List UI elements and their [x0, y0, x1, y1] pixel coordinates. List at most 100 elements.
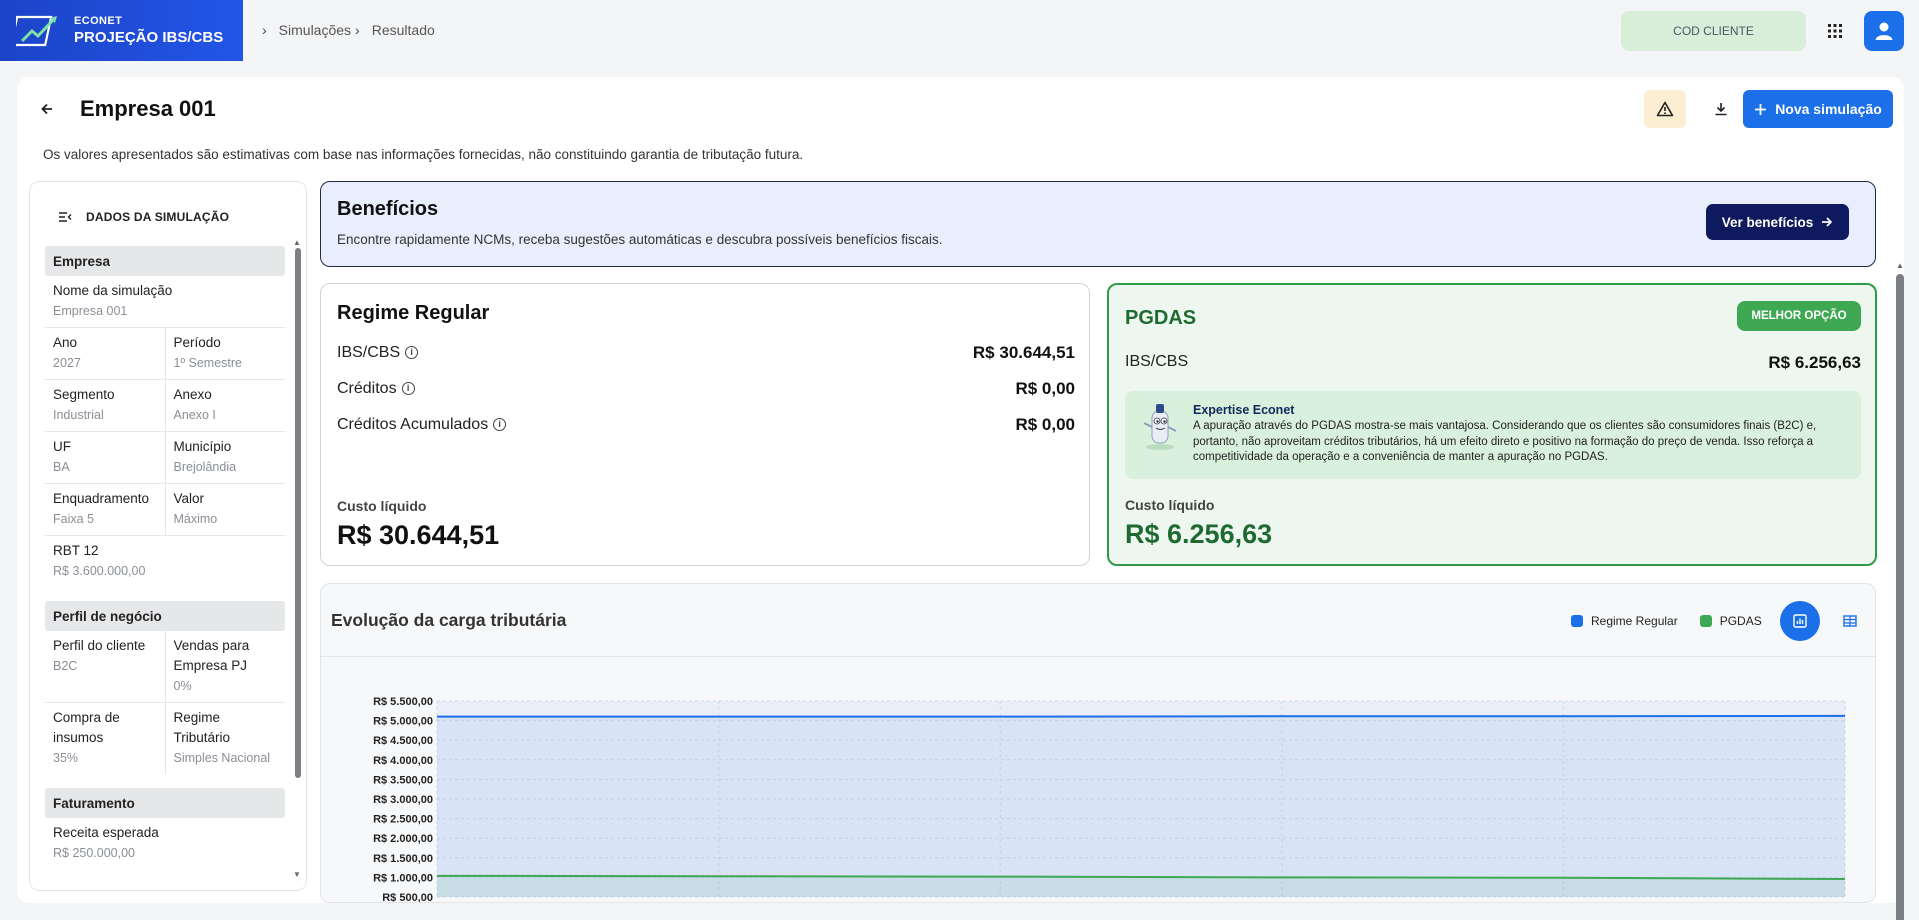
user-icon: [1875, 22, 1893, 40]
legend-swatch: [1699, 615, 1712, 627]
field-municipio: Município Brejolândia: [164, 432, 286, 483]
view-benefits-label: Ver benefícios: [1721, 214, 1814, 230]
view-benefits-button[interactable]: Ver benefícios: [1706, 204, 1849, 240]
brand-logo[interactable]: ECONET PROJEÇÃO IBS/CBS: [0, 0, 243, 61]
sidebar-scrollbar[interactable]: [295, 248, 301, 778]
pgdas-title: PGDAS: [1125, 307, 1197, 329]
field-row: Segmento Industrial Anexo Anexo I: [45, 380, 285, 432]
series-line-regime-regular: [437, 714, 1846, 718]
field-label: RBT 12: [53, 543, 99, 558]
legend-item-regime-regular[interactable]: Regime Regular: [1571, 614, 1678, 628]
row-creditos: Créditos i R$ 0,00: [337, 379, 1075, 399]
brand-name: ECONET: [74, 15, 123, 27]
section-faturamento: Faturamento: [45, 788, 285, 818]
breadcrumb-simulacoes[interactable]: Simulações: [279, 22, 351, 38]
field-value: Industrial: [53, 408, 104, 422]
field-label: UF: [53, 439, 71, 454]
field-compra-insumos: Compra de insumos 35%: [45, 703, 165, 774]
collapse-menu-icon[interactable]: [58, 210, 72, 224]
pgdas-card: PGDAS MELHOR OPÇÃO IBS/CBS R$ 6.256,63 E…: [1107, 283, 1877, 566]
field-vendas-pj: Vendas para Empresa PJ 0%: [164, 631, 286, 702]
top-bar: ECONET PROJEÇÃO IBS/CBS › Simulações › R…: [0, 0, 1919, 61]
field-label: Nome da simulação: [53, 283, 173, 298]
field-anexo: Anexo Anexo I: [164, 380, 286, 431]
field-value: Faixa 5: [53, 512, 94, 526]
field-enquadramento: Enquadramento Faixa 5: [45, 484, 165, 535]
row-label: Créditos Acumulados: [337, 416, 489, 433]
field-label: Segmento: [53, 387, 115, 402]
field-nome-simulacao: Nome da simulação Empresa 001: [45, 276, 285, 328]
field-segmento: Segmento Industrial: [45, 380, 165, 431]
arrow-right-icon: [1822, 217, 1833, 227]
row-value: R$ 0,00: [1015, 415, 1075, 434]
scroll-up-arrow-icon[interactable]: ▲: [1896, 261, 1904, 270]
field-periodo: Período 1º Semestre: [164, 328, 286, 379]
warning-button[interactable]: [1644, 90, 1686, 128]
benefits-banner: Benefícios Encontre rapidamente NCMs, re…: [320, 181, 1876, 267]
row-ibs-cbs: IBS/CBS i R$ 30.644,51: [337, 343, 1075, 363]
benefits-title: Benefícios: [337, 198, 439, 220]
best-option-badge: MELHOR OPÇÃO: [1737, 301, 1861, 331]
row-value: R$ 0,00: [1015, 379, 1075, 398]
download-button[interactable]: [1702, 90, 1740, 128]
field-perfil-cliente: Perfil do cliente B2C: [45, 631, 165, 702]
section-perfil-negocio: Perfil de negócio: [45, 601, 285, 631]
regime-regular-title: Regime Regular: [337, 302, 490, 324]
scroll-up-arrow-icon[interactable]: ▲: [293, 238, 301, 247]
page-title: Empresa 001: [80, 96, 216, 121]
info-icon[interactable]: i: [405, 346, 419, 360]
row-value: R$ 30.644,51: [972, 343, 1075, 362]
legend-label: PGDAS: [1719, 614, 1762, 628]
legend-item-pgdas[interactable]: PGDAS: [1699, 614, 1762, 628]
new-simulation-button[interactable]: Nova simulação: [1743, 90, 1893, 128]
table-view-button[interactable]: [1834, 605, 1866, 637]
y-tick-label: R$ 2.000,00: [373, 833, 433, 845]
row-label: Créditos: [337, 380, 397, 397]
back-arrow-icon[interactable]: [37, 97, 57, 121]
field-value: Empresa 001: [53, 304, 128, 318]
field-label: Receita esperada: [53, 825, 159, 840]
main-scrollbar[interactable]: [1896, 274, 1904, 920]
info-icon[interactable]: i: [401, 382, 415, 396]
panel-header: DADOS DA SIMULAÇÃO: [58, 210, 229, 224]
chart-title: Evolução da carga tributária: [331, 610, 567, 630]
field-row: UF BA Município Brejolândia: [45, 432, 285, 484]
breadcrumb: › Simulações › Resultado: [262, 22, 435, 38]
row-label: IBS/CBS: [1125, 353, 1189, 370]
expertise-box: Expertise Econet A apuração através do P…: [1125, 391, 1861, 479]
field-row: Ano 2027 Período 1º Semestre: [45, 328, 285, 380]
field-value: Simples Nacional: [173, 751, 271, 765]
scroll-down-arrow-icon[interactable]: ▼: [293, 870, 301, 879]
field-rbt12: RBT 12 R$ 3.600.000,00: [45, 536, 285, 587]
app-title: PROJEÇÃO IBS/CBS: [74, 29, 224, 46]
field-row: Perfil do cliente B2C Vendas para Empres…: [45, 631, 285, 703]
bar-chart-icon: [1793, 614, 1807, 628]
chart-view-button[interactable]: [1780, 601, 1820, 641]
field-label: Regime Tributário: [173, 710, 231, 745]
y-tick-label: R$ 3.000,00: [373, 794, 433, 806]
custo-liquido-value: R$ 6.256,63: [1125, 519, 1273, 549]
legend-label: Regime Regular: [1591, 614, 1678, 628]
regime-regular-card: Regime Regular IBS/CBS i R$ 30.644,51 Cré…: [320, 283, 1090, 566]
cod-cliente-button[interactable]: COD CLIENTE: [1621, 11, 1806, 51]
benefits-description: Encontre rapidamente NCMs, receba sugest…: [337, 232, 943, 247]
mascot-icon: [1143, 404, 1177, 450]
field-receita-esperada: Receita esperada R$ 250.000,00: [45, 818, 285, 869]
user-avatar-button[interactable]: [1864, 11, 1904, 51]
custo-liquido-label: Custo líquido: [1125, 497, 1215, 513]
apps-grid-icon[interactable]: [1822, 18, 1848, 44]
field-value: 0%: [173, 679, 192, 693]
expertise-text: A apuração através do PGDAS mostra-se ma…: [1193, 420, 1817, 463]
field-value: BA: [53, 460, 70, 474]
series-area-regime-regular: [437, 715, 1845, 897]
chevron-right-icon: ›: [355, 22, 360, 38]
y-tick-label: R$ 1.000,00: [373, 872, 433, 884]
warning-icon: [1656, 101, 1674, 117]
field-row: Compra de insumos 35% Regime Tributário …: [45, 703, 285, 774]
y-tick-label: R$ 4.000,00: [373, 755, 433, 767]
info-icon[interactable]: i: [493, 418, 507, 432]
field-label: Município: [173, 439, 232, 454]
field-value: R$ 250.000,00: [53, 846, 136, 860]
field-value: 35%: [53, 751, 79, 765]
table-icon: [1843, 615, 1857, 627]
